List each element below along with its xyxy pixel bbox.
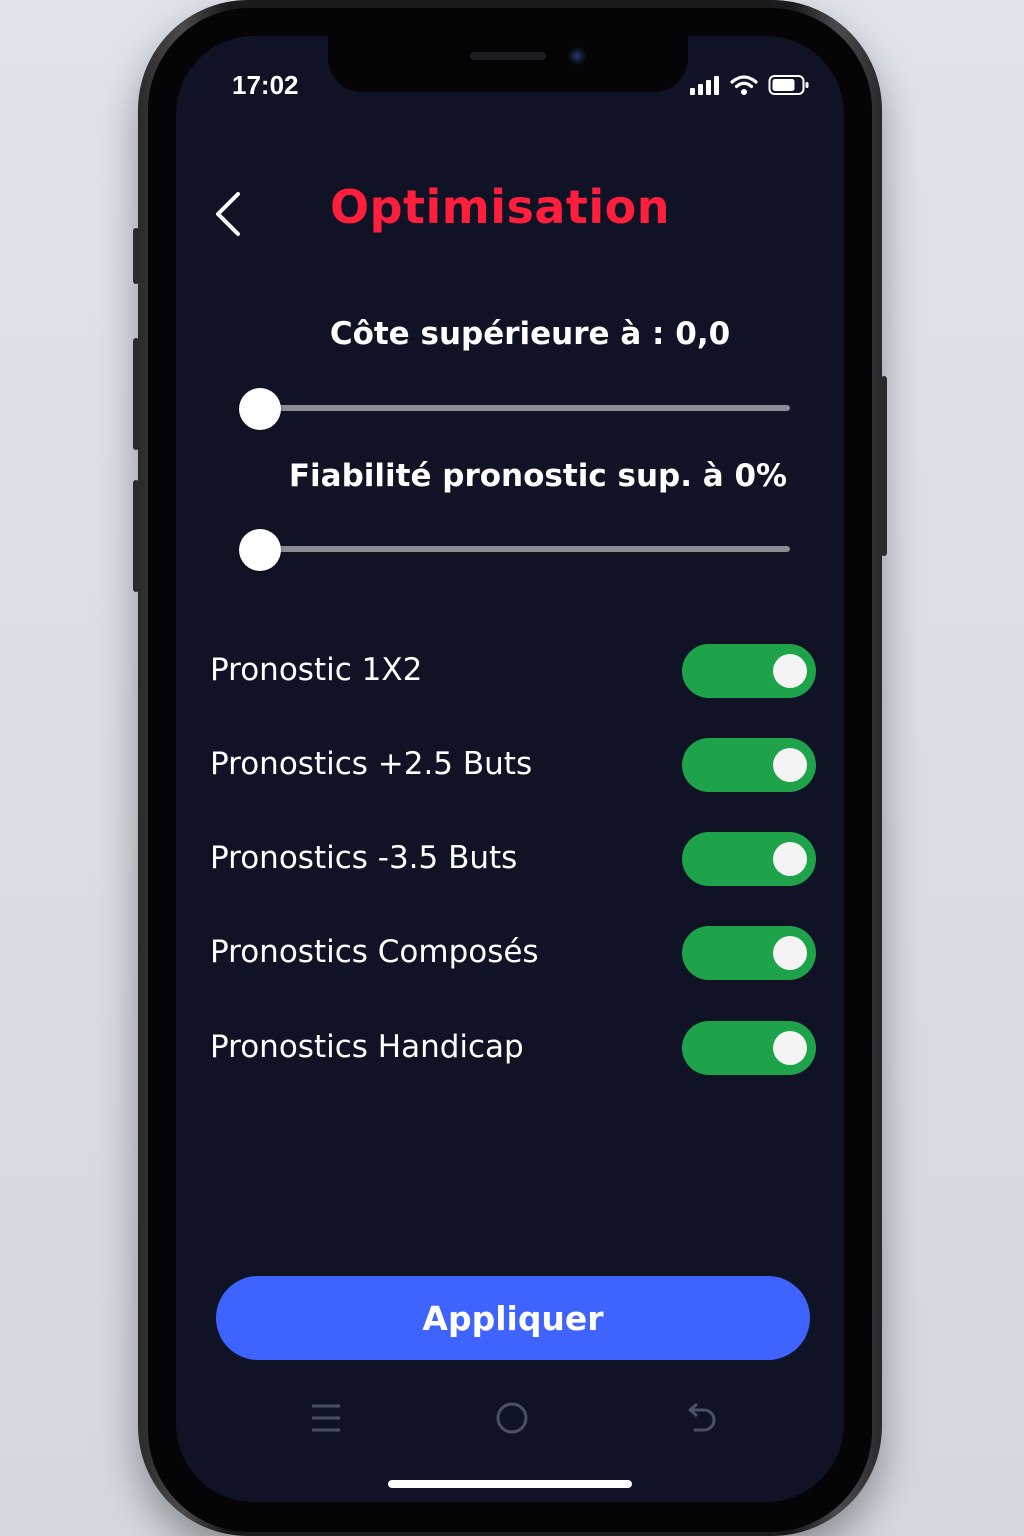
toggle-label: Pronostics Handicap (210, 1029, 524, 1065)
toggle-row-under-3-5: Pronostics -3.5 Buts (210, 832, 816, 888)
toggle-knob (773, 1031, 807, 1065)
toggle-knob (773, 748, 807, 782)
toggle-switch-handicap[interactable] (682, 1021, 816, 1075)
odds-slider-label: Côte supérieure à : 0,0 (329, 316, 731, 352)
wifi-icon (730, 75, 758, 95)
slider-thumb[interactable] (239, 388, 281, 430)
apply-button[interactable]: Appliquer (216, 1276, 810, 1360)
header: Optimisation (176, 176, 844, 246)
volume-up-button (133, 338, 139, 450)
odds-slider[interactable] (239, 388, 790, 430)
status-icons (690, 74, 810, 96)
toggle-label: Pronostic 1X2 (210, 652, 423, 688)
toggle-row-over-2-5: Pronostics +2.5 Buts (210, 738, 816, 794)
toggle-switch-composes[interactable] (682, 926, 816, 980)
camera-icon (568, 47, 586, 65)
toggle-knob (773, 842, 807, 876)
toggle-label: Pronostics Composés (210, 934, 539, 970)
page: 17:02 Optimisation Côte supérieure à: 0… (0, 0, 1024, 1536)
speaker-grille (470, 52, 546, 60)
mute-switch (133, 228, 139, 284)
reliability-slider[interactable] (239, 529, 790, 571)
toggle-knob (773, 936, 807, 970)
system-nav-bar (176, 1398, 844, 1438)
back-icon (688, 1402, 716, 1432)
toggle-label: Pronostics -3.5 Buts (210, 840, 518, 876)
toggle-label: Pronostics +2.5 Buts (210, 746, 533, 782)
signal-icon (690, 76, 719, 95)
toggle-row-composes: Pronostics Composés (210, 926, 816, 982)
notch (328, 36, 688, 92)
power-button (881, 376, 887, 556)
nav-menu-button[interactable] (304, 1398, 348, 1438)
status-time: 17:02 (232, 70, 299, 100)
toggle-switch-under-3-5[interactable] (682, 832, 816, 886)
nav-back-button[interactable] (678, 1398, 722, 1438)
toggle-switch-1x2[interactable] (682, 644, 816, 698)
nav-home-button[interactable] (490, 1398, 534, 1438)
battery-icon (768, 75, 809, 95)
slider-track (260, 405, 790, 411)
volume-down-button (133, 480, 139, 592)
toggle-knob (773, 654, 807, 688)
toggle-row-1x2: Pronostic 1X2 (210, 644, 816, 700)
slider-thumb[interactable] (239, 529, 281, 571)
toggle-row-handicap: Pronostics Handicap (210, 1021, 816, 1077)
home-icon (496, 1402, 528, 1434)
menu-icon (312, 1404, 340, 1432)
home-indicator[interactable] (388, 1480, 632, 1488)
page-title: Optimisation (329, 180, 671, 234)
reliability-slider-label: Fiabilité pronostic sup. à 0% (288, 458, 788, 494)
app-screen: 17:02 Optimisation Côte supérieure à: 0… (176, 36, 844, 1502)
toggle-switch-over-2-5[interactable] (682, 738, 816, 792)
slider-track (260, 546, 790, 552)
